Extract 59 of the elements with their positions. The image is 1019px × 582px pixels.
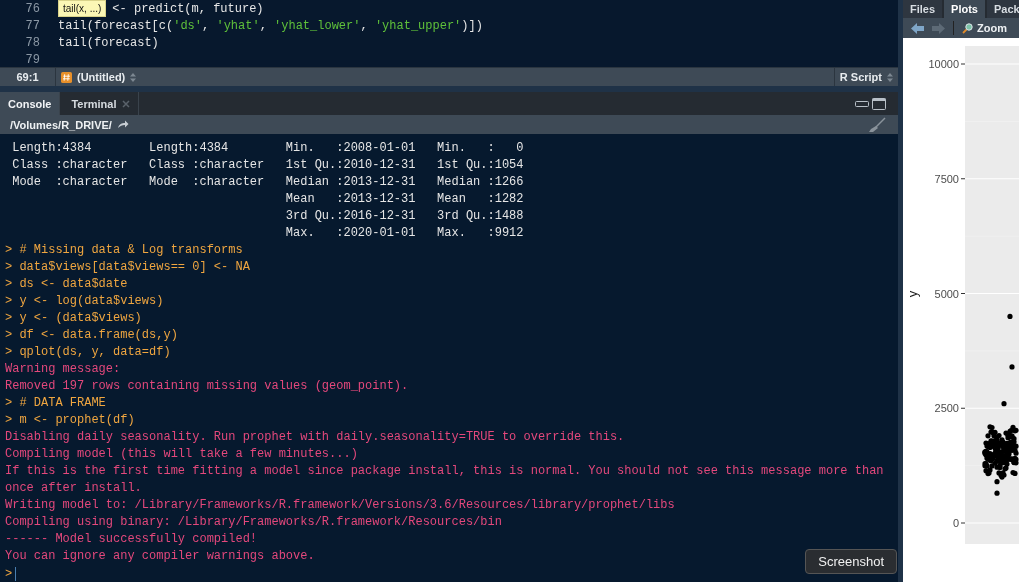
- y-tick-label: 5000: [934, 287, 959, 300]
- console-line: > y <- log(data$views): [5, 293, 164, 310]
- y-tick-label: 2500: [934, 402, 959, 415]
- console-line: Max. :2020-01-01 Max. :9912: [284, 225, 525, 242]
- pane-tab[interactable]: Files: [903, 0, 943, 18]
- function-tooltip: tail(x, ...): [58, 0, 107, 17]
- updown-icon: [887, 72, 893, 82]
- code-editor[interactable]: 76 tail(x, ...) <- predict(m, future) 77 tail(forecast[c('ds', 'yhat', 'yhat_lower', 'yhat_upper')]) 78 tail(forecast) 79: [0, 0, 898, 67]
- console-line: Compiling using binary: /Library/Frameworks/R.framework/Resources/bin: [5, 514, 502, 531]
- console-line: Length:4384 Length:4384 Min. :2008-01-01 Min. : 0: [11, 140, 525, 157]
- console-tab[interactable]: Console: [0, 92, 61, 115]
- tooltip: Screenshot: [805, 549, 897, 574]
- console-line: > df <- data.frame(ds,y): [5, 327, 178, 344]
- console-line: Removed 197 rows containing missing values (geom_point).: [5, 378, 409, 395]
- broom-icon[interactable]: [868, 116, 886, 133]
- pane-tab[interactable]: Plots: [944, 0, 985, 18]
- console-line: Mode :character Mode :character Median :2013-12-31 Median :1266: [11, 174, 525, 191]
- console-prompt: >: [5, 566, 13, 581]
- console-line: Warning message:: [5, 361, 121, 378]
- y-axis-label: y: [905, 290, 920, 298]
- console-line: > ds <- data$date: [5, 276, 128, 293]
- code-line: tail(forecast[c('ds', 'yhat', 'yhat_lower', 'yhat_upper')]): [58, 18, 483, 33]
- line-number: 77: [24, 18, 40, 33]
- pane-tab[interactable]: Pack: [987, 0, 1019, 18]
- console-line: > qplot(ds, y, data=df): [5, 344, 171, 361]
- console-line: If this is the first time fitting a model since package install, this is normal. You should not see this message more than: [5, 463, 884, 480]
- line-number: 78: [24, 35, 40, 50]
- console-line: > # DATA FRAME: [5, 395, 106, 412]
- console-line: > data$views[data$views== 0] <- NA: [5, 259, 250, 276]
- console-line: Mean :2013-12-31 Mean :1282: [284, 191, 525, 208]
- hash-icon: [61, 71, 72, 83]
- console-line: once after install.: [5, 480, 142, 497]
- console-line: > # Missing data & Log transforms: [5, 242, 243, 259]
- code-line: tail(forecast): [58, 35, 159, 50]
- console-line: ------ Model successfully compiled!: [5, 531, 258, 548]
- console-line: > y <- (data$views): [5, 310, 142, 327]
- magnifier-icon: [962, 22, 973, 34]
- console-line: Disabling daily seasonality. Run prophet with daily.seasonality=TRUE to override this.: [5, 429, 625, 446]
- text-cursor: [15, 566, 17, 581]
- line-number: 76: [24, 1, 40, 16]
- line-number: 79: [24, 52, 40, 67]
- updown-icon: [130, 72, 137, 82]
- y-tick-label: 0: [952, 517, 959, 529]
- y-tick-label: 10000: [928, 58, 959, 70]
- console-line: 3rd Qu.:2016-12-31 3rd Qu.:1488: [284, 208, 525, 225]
- console-line: You can ignore any compiler warnings above.: [5, 548, 315, 565]
- console-line: > m <- prophet(df): [5, 412, 135, 429]
- maximize-icon[interactable]: [872, 97, 886, 110]
- back-arrow-icon[interactable]: [911, 22, 924, 34]
- code-line: <- predict(m, future): [112, 1, 264, 16]
- console-line: Writing model to: /Library/Frameworks/R.framework/Versions/3.6/Resources/library/prophet/libs: [5, 497, 675, 514]
- console-line: Class :character Class :character 1st Qu.:2010-12-31 1st Qu.:1054: [11, 157, 525, 174]
- console-line: Compiling model (this will take a few minutes...): [5, 446, 358, 463]
- scope-selector[interactable]: (Untitled): [77, 71, 126, 83]
- minimize-icon[interactable]: [855, 100, 869, 107]
- arrow-icon[interactable]: [116, 120, 129, 129]
- working-directory: /Volumes/R_DRIVE/: [10, 118, 112, 131]
- close-icon[interactable]: [122, 99, 131, 108]
- y-tick-label: 7500: [934, 172, 959, 185]
